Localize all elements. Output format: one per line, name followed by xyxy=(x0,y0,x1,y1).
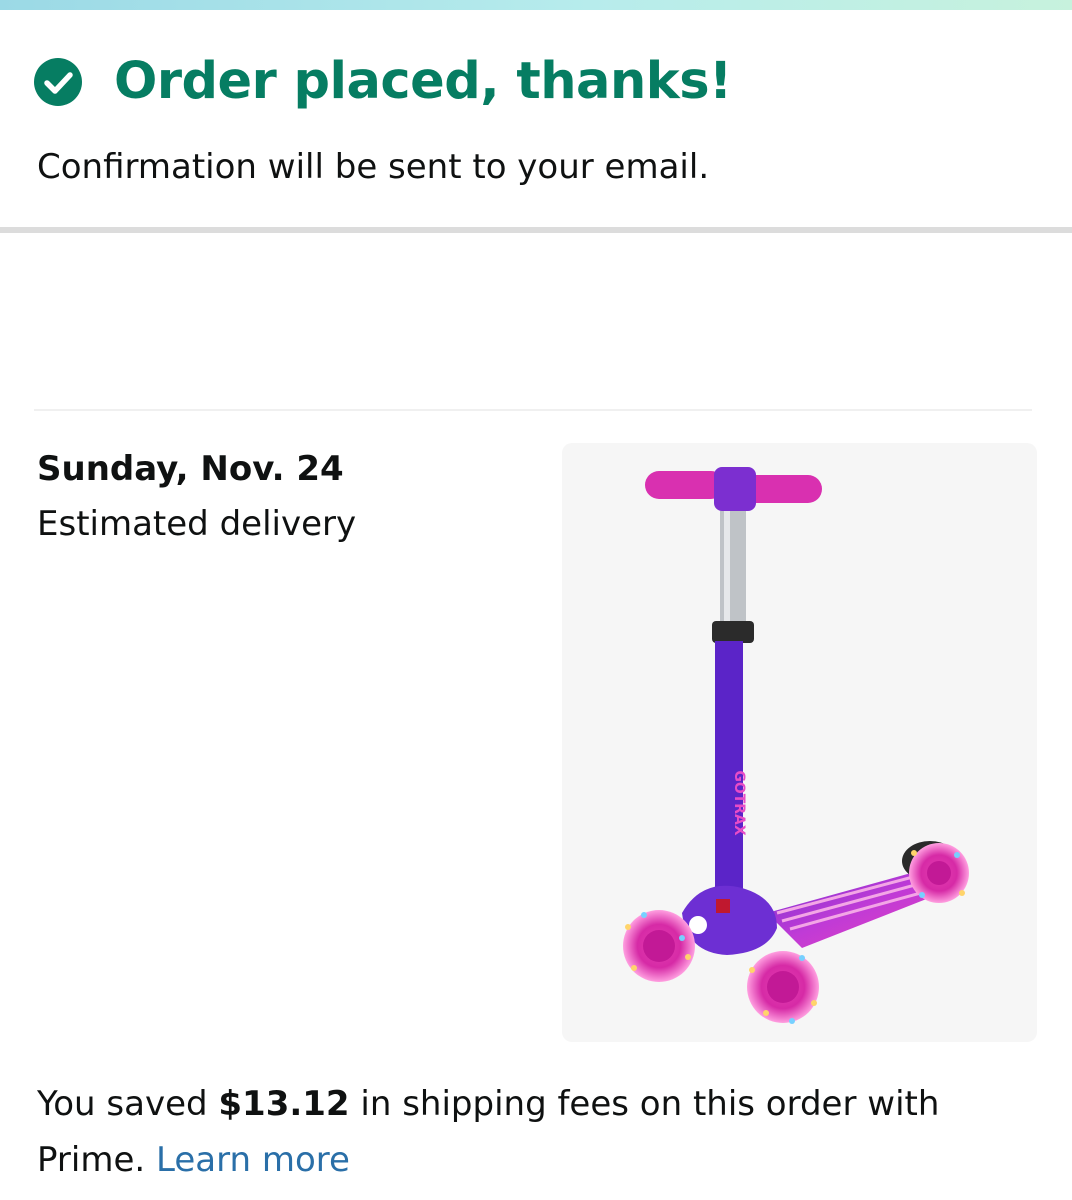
brand-mark: GOTRAX xyxy=(731,770,747,836)
delivery-date: Sunday, Nov. 24 xyxy=(37,449,344,489)
product-image-card[interactable]: GOTRAX xyxy=(562,443,1037,1042)
product-image[interactable]: GOTRAX xyxy=(562,443,1037,1042)
order-confirmation-page: Order placed, thanks! Confirmation will … xyxy=(0,0,1072,1200)
delivery-label: Estimated delivery xyxy=(37,504,357,544)
top-accent-bar xyxy=(0,0,1072,10)
confirmation-title: Order placed, thanks! xyxy=(114,52,732,111)
check-circle-icon xyxy=(34,58,82,106)
item-divider xyxy=(34,409,1032,411)
learn-more-link[interactable]: Learn more xyxy=(156,1140,350,1180)
section-divider xyxy=(0,227,1072,233)
confirmation-header: Order placed, thanks! xyxy=(32,52,732,112)
confirmation-subtitle: Confirmation will be sent to your email. xyxy=(37,147,710,187)
prime-savings-message: You saved $13.12 in shipping fees on thi… xyxy=(37,1076,1037,1188)
front-left-wheel xyxy=(623,910,695,982)
front-right-wheel xyxy=(747,951,819,1023)
savings-prefix: You saved xyxy=(37,1084,219,1124)
savings-amount: $13.12 xyxy=(218,1084,350,1124)
